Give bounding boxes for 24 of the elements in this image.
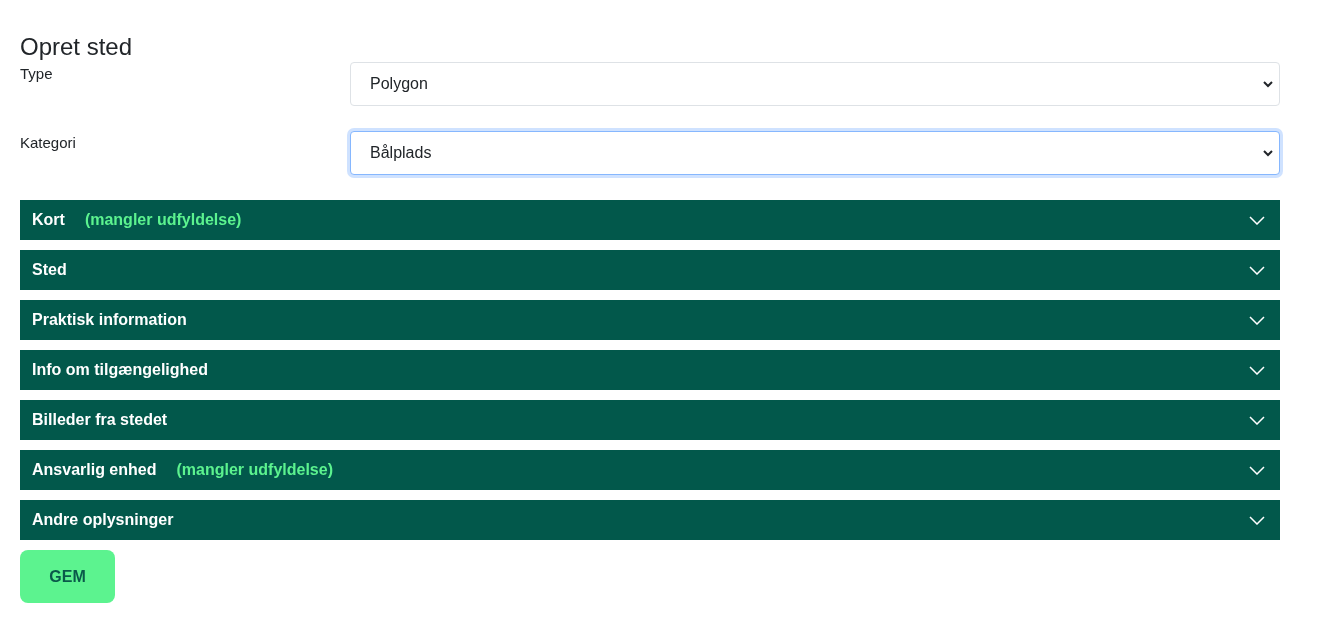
save-button[interactable]: GEM bbox=[20, 550, 115, 603]
accordion-header[interactable]: Sted bbox=[20, 250, 1280, 290]
missing-warning: (mangler udfyldelse) bbox=[176, 460, 333, 480]
field-label: Kategori bbox=[20, 133, 77, 153]
accordion-header[interactable]: Billeder fra stedet bbox=[20, 400, 1280, 440]
caret-icon bbox=[1263, 149, 1273, 157]
section-title: Sted bbox=[32, 260, 67, 280]
field-label: Type bbox=[20, 64, 54, 84]
caret-icon bbox=[1263, 80, 1273, 88]
section-title: Kort bbox=[32, 210, 65, 230]
missing-warning: (mangler udfyldelse) bbox=[84, 210, 242, 230]
accordion-header[interactable]: Ansvarlig enhed (mangler udfyldelse) bbox=[20, 450, 1280, 490]
accordion-header[interactable]: Andre oplysninger bbox=[20, 500, 1280, 540]
accordion-header[interactable]: Info om tilgængelighed bbox=[20, 350, 1280, 390]
accordion-header[interactable]: Praktisk information bbox=[20, 300, 1280, 340]
select-field[interactable]: Bålplads bbox=[350, 131, 1280, 175]
accordion-header[interactable]: Kort (mangler udfyldelse) bbox=[20, 200, 1280, 240]
page-title: Opret sted bbox=[20, 32, 133, 62]
section-title: Ansvarlig enhed bbox=[32, 460, 157, 480]
section-title: Praktisk information bbox=[32, 310, 187, 330]
select-field[interactable]: Polygon bbox=[350, 62, 1280, 106]
section-title: Andre oplysninger bbox=[32, 510, 174, 530]
section-title: Info om tilgængelighed bbox=[32, 360, 208, 380]
section-title: Billeder fra stedet bbox=[32, 410, 168, 430]
